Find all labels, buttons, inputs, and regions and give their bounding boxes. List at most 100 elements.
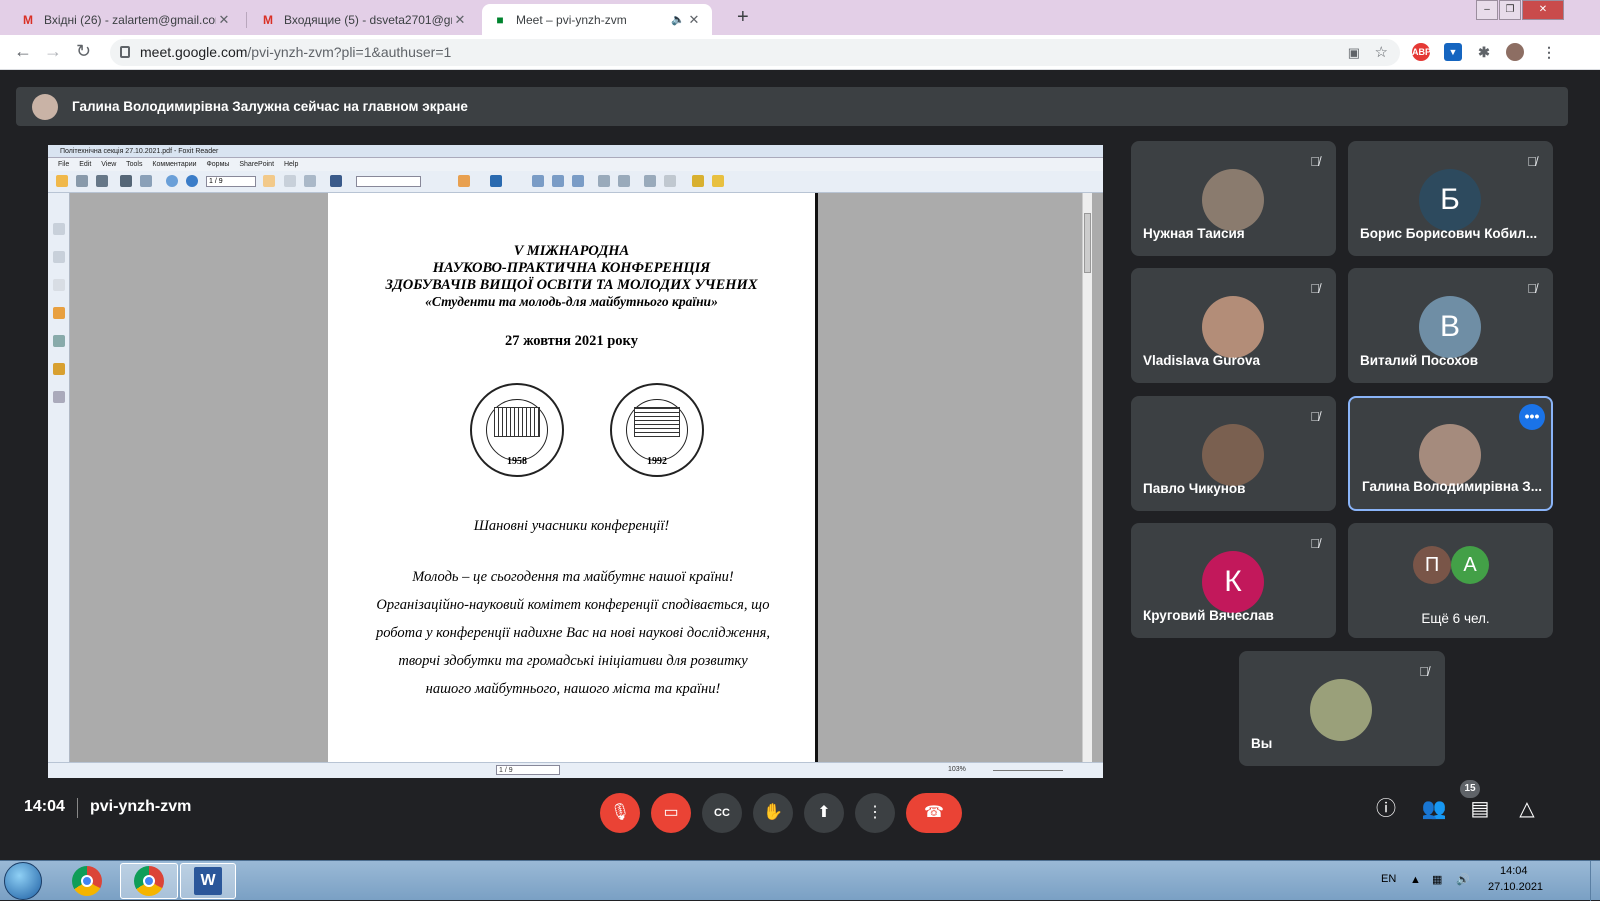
volume-icon[interactable]: 🔊 [1456,873,1470,886]
star-icon[interactable]: ☆ [1375,39,1388,66]
print-icon[interactable] [120,175,132,187]
zoom-slider[interactable] [993,770,1063,771]
participant-tile[interactable]: 🎙̸ Нужная Таисия [1131,141,1336,256]
menu-item[interactable]: SharePoint [239,161,274,168]
present-button[interactable]: ⬆ [804,793,844,833]
participant-tile[interactable]: 🎙̸ Павло Чикунов [1131,396,1336,511]
profile-avatar[interactable] [1506,43,1524,61]
menu-icon[interactable]: ⋮ [1540,43,1558,61]
network-icon[interactable]: ▦ [1432,873,1442,886]
taskbar-date[interactable]: 27.10.2021 [1488,881,1543,893]
actual-size-icon[interactable] [572,175,584,187]
next-page-icon[interactable] [186,175,198,187]
status-page-field[interactable]: 1 / 9 [496,765,560,775]
start-button[interactable] [4,862,42,900]
participant-tile[interactable]: В 🎙̸ Виталий Посохов [1348,268,1553,383]
find-icon[interactable] [330,175,342,187]
attachments-icon[interactable] [53,335,65,347]
menu-item[interactable]: Edit [79,161,91,168]
pdf-scrollbar[interactable] [1082,193,1092,762]
layout2-icon[interactable] [664,175,676,187]
zoom-level[interactable]: 103% [948,766,966,773]
mic-toggle-button[interactable]: 🎙 [600,793,640,833]
menu-item[interactable]: File [58,161,69,168]
tab-gmail-2[interactable]: M Входящие (5) - dsveta2701@gm ✕ [250,4,478,35]
menu-item[interactable]: Комментарии [152,161,196,168]
captions-button[interactable]: CC [702,793,742,833]
annotation-icon[interactable] [458,175,470,187]
speaker-icon[interactable]: 🔈 [670,13,686,26]
close-icon[interactable]: ✕ [216,12,232,28]
reload-icon[interactable]: ↻ [76,41,91,62]
save-icon[interactable] [76,175,88,187]
url-field[interactable]: meet.google.com/pvi-ynzh-zvm?pli=1&authu… [110,39,1400,66]
select-icon[interactable] [304,175,316,187]
security-icon[interactable] [53,363,65,375]
language-indicator[interactable]: EN [1381,873,1396,885]
fit-width-icon[interactable] [552,175,564,187]
pdf-document-area[interactable]: V МІЖНАРОДНА НАУКОВО-ПРАКТИЧНА КОНФЕРЕНЦ… [70,193,1082,762]
camera-blocked-icon[interactable]: ▣ [1348,39,1360,66]
bookmark-icon[interactable] [692,175,704,187]
minimize-button[interactable]: – [1476,0,1498,20]
menu-item[interactable]: Help [284,161,298,168]
camera-toggle-button[interactable]: ▭ [651,793,691,833]
pages-icon[interactable] [53,223,65,235]
close-icon[interactable]: ✕ [452,12,468,28]
select-text-icon[interactable] [284,175,296,187]
menu-item[interactable]: View [101,161,116,168]
zoom-icon[interactable] [598,175,610,187]
menu-item[interactable]: Формы [206,161,229,168]
prev-page-icon[interactable] [166,175,178,187]
activities-icon[interactable]: △ [1513,795,1541,823]
participant-tile-presenter[interactable]: ••• Галина Володимирівна З... [1348,396,1553,511]
hand-tool-icon[interactable] [263,175,275,187]
back-icon[interactable]: ← [14,41,32,62]
comment-icon[interactable] [712,175,724,187]
signature-icon[interactable] [53,391,65,403]
browser-tab-bar: M Вхідні (26) - zalartem@gmail.com ✕ M В… [0,0,1600,35]
save-all-icon[interactable] [96,175,108,187]
new-tab-button[interactable]: + [737,6,749,29]
fit-page-icon[interactable] [532,175,544,187]
people-icon[interactable]: 👥 [1420,795,1448,823]
word-icon[interactable]: W [180,863,236,899]
academy-seal-logo: 1958 [470,383,564,477]
more-options-button[interactable]: ⋮ [855,793,895,833]
window-close-button[interactable]: ✕ [1522,0,1564,20]
tray-arrow-icon[interactable]: ▲ [1410,874,1421,886]
chat-icon[interactable]: ▤ [1466,795,1494,823]
doc-heading-line: НАУКОВО-ПРАКТИЧНА КОНФЕРЕНЦІЯ [432,260,711,276]
self-tile[interactable]: 🎙̸ Вы [1239,651,1445,766]
search-input[interactable] [356,176,421,187]
taskbar-time[interactable]: 14:04 [1500,865,1528,877]
rotate-icon[interactable] [490,175,502,187]
adblock-icon[interactable]: ABP [1412,43,1431,61]
close-icon[interactable]: ✕ [686,12,702,28]
layers-icon[interactable] [53,279,65,291]
participant-tile[interactable]: К 🎙̸ Круговий Вячеслав [1131,523,1336,638]
participant-tile[interactable]: Б 🎙̸ Борис Борисович Кобил... [1348,141,1553,256]
tab-meet[interactable]: ■ Meet – pvi-ynzh-zvm 🔈 ✕ [482,4,712,35]
chrome-active-icon[interactable] [120,863,178,899]
bookmarks-icon[interactable] [53,251,65,263]
info-icon[interactable]: ⓘ [1372,795,1400,823]
show-desktop-button[interactable] [1590,861,1600,901]
page-number-input[interactable]: 1 / 9 [206,176,256,187]
menu-item[interactable]: Tools [126,161,142,168]
participant-tile[interactable]: 🎙̸ Vladislava Gurova [1131,268,1336,383]
email-icon[interactable] [140,175,152,187]
raise-hand-button[interactable]: ✋ [753,793,793,833]
tab-gmail-1[interactable]: M Вхідні (26) - zalartem@gmail.com ✕ [10,4,242,35]
more-options-icon[interactable]: ••• [1519,404,1545,430]
typewriter-icon[interactable] [618,175,630,187]
chrome-icon[interactable] [58,863,116,899]
shield-icon[interactable]: ▼ [1444,43,1462,61]
maximize-button[interactable]: ❐ [1499,0,1521,20]
layout-icon[interactable] [644,175,656,187]
comments-icon[interactable] [53,307,65,319]
open-icon[interactable] [56,175,68,187]
leave-call-button[interactable]: ☎ [906,793,962,833]
forward-icon[interactable]: → [44,41,62,62]
extensions-icon[interactable]: ✱ [1475,43,1493,61]
